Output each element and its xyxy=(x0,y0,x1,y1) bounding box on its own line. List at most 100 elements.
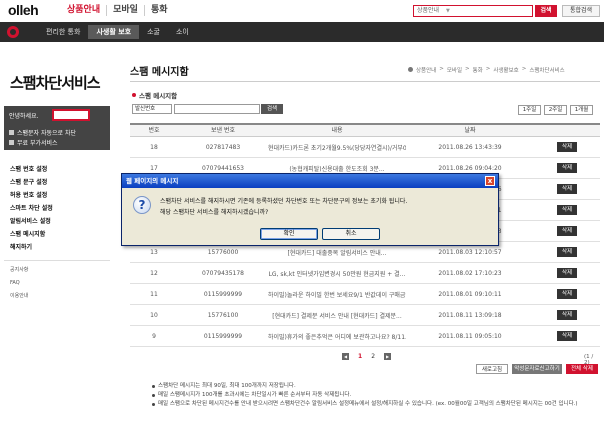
page-2[interactable]: 2 xyxy=(371,353,375,360)
row-action-cell: 삭제 xyxy=(534,205,600,215)
next-page-icon[interactable]: ▶ xyxy=(384,353,392,360)
row-date: 2011.08.11 13:09:18 xyxy=(438,311,502,319)
top-nav-mobile[interactable]: 모바일 xyxy=(107,5,145,16)
sidebar-link-faq[interactable]: FAQ xyxy=(10,277,28,290)
dialog-title: 웹 페이지의 메시지 xyxy=(122,174,498,188)
row-content[interactable]: 하이밀)휴가의 좋은추억은 어디에 보관하고나요? 8/11... xyxy=(268,332,406,341)
delete-button[interactable]: 삭제 xyxy=(557,163,577,173)
row-number: 9 xyxy=(152,332,156,340)
delete-button[interactable]: 삭제 xyxy=(557,205,577,215)
breadcrumb-item[interactable]: 사생활보호 xyxy=(493,66,518,74)
row-sender: 027817483 xyxy=(205,143,241,151)
col-sender: 보낸 번호 xyxy=(211,127,235,134)
delete-button[interactable]: 삭제 xyxy=(557,289,577,299)
page-1[interactable]: 1 xyxy=(358,353,362,360)
free-addon-label: 무료 부가서비스 xyxy=(17,140,58,147)
confirm-dialog: 웹 페이지의 메시지 x ? 스팸차단 서비스를 해지하시면 기존에 등록하셨던… xyxy=(121,173,499,246)
sidebar-item-spam-inbox[interactable]: 스팸 메시지함 xyxy=(10,228,53,241)
breadcrumb-item[interactable]: 모바일 xyxy=(447,66,462,74)
filter-search-button[interactable]: 검색 xyxy=(261,104,283,114)
row-action-cell: 삭제 xyxy=(534,247,600,257)
row-number: 10 xyxy=(150,311,158,319)
nav-privacy-protection[interactable]: 사생활 보호 xyxy=(88,25,140,39)
close-icon[interactable]: x xyxy=(485,176,495,186)
refresh-button[interactable]: 새로고침 xyxy=(476,364,508,374)
col-number: 번호 xyxy=(148,127,160,134)
ok-button[interactable]: 확인 xyxy=(260,228,318,240)
home-icon xyxy=(408,67,413,72)
sidebar-item-cancel[interactable]: 해지하기 xyxy=(10,241,53,254)
top-header: olleh 상품안내 모바일 통화 상품안내 ▼ 검색 통합검색 xyxy=(0,0,604,22)
action-buttons: 새로고침 악성문자로신고하기 전체 삭제 xyxy=(476,364,598,374)
nav-item-3[interactable]: 소굴 xyxy=(139,25,168,39)
row-content[interactable]: 하이밀)놀라운 하이밀 한번 보세요9/1 반값데이 구매금액... xyxy=(268,290,406,299)
period-1week-button[interactable]: 1주일 xyxy=(518,105,541,115)
delete-button[interactable]: 삭제 xyxy=(557,310,577,320)
row-content[interactable]: [현대카드] 대출중복 알림서비스 안내... xyxy=(268,248,406,257)
row-sender: 0115999999 xyxy=(203,332,243,340)
sidebar-item-alert-service[interactable]: 알림서비스 설정 xyxy=(10,215,53,228)
delete-button[interactable]: 삭제 xyxy=(557,268,577,278)
sidebar-item-allowed-number[interactable]: 허용 번호 설정 xyxy=(10,189,53,202)
breadcrumb-item[interactable]: 상품안내 xyxy=(416,66,436,74)
row-action-cell: 삭제 xyxy=(534,184,600,194)
checkbox-icon xyxy=(9,130,14,135)
sidebar-divider xyxy=(4,260,110,261)
checkbox-icon xyxy=(9,140,14,145)
table-row: 11 0115999999 하이밀)놀라운 하이밀 한번 보세요9/1 반값데이 구… xyxy=(130,284,600,305)
breadcrumb: 상품안내 > 모바일 > 통화 > 사생활보호 > 스팸차단서비스 xyxy=(408,66,565,74)
free-addon-option[interactable]: 무료 부가서비스 xyxy=(9,138,58,147)
sidebar-item-spam-phrase[interactable]: 스팸 문구 설정 xyxy=(10,176,53,189)
delete-button[interactable]: 삭제 xyxy=(557,331,577,341)
row-sender: 07079435178 xyxy=(202,269,244,277)
sidebar-link-notice[interactable]: 공지사항 xyxy=(10,264,28,277)
spam-auto-block-option[interactable]: 스팸문자 자동으로 차단 xyxy=(9,128,76,137)
search-input[interactable]: 상품안내 ▼ xyxy=(413,5,533,17)
search-button[interactable]: 검색 xyxy=(535,5,557,17)
integrated-search-button[interactable]: 통합검색 xyxy=(562,5,600,17)
nav-convenient-call[interactable]: 편리한 통화 xyxy=(38,25,88,39)
row-sender: 0115999999 xyxy=(203,290,243,298)
row-action-cell: 삭제 xyxy=(534,163,600,173)
sidebar-item-smart-block[interactable]: 스마트 차단 설정 xyxy=(10,202,53,215)
row-content[interactable]: [현대카드] 결제분 서비스 안내 [현대카드] 결제분... xyxy=(268,311,406,320)
sidebar: 스팸차단서비스 안녕하세요. 스팸문자 자동으로 차단 무료 부가서비스 스팸 … xyxy=(4,48,110,424)
nav-item-4[interactable]: 소이 xyxy=(168,25,197,39)
row-date: 2011.08.03 12:10:57 xyxy=(438,248,502,256)
greeting-text: 안녕하세요. xyxy=(9,113,39,120)
dialog-message-line1: 스팸차단 서비스를 해지하시면 기존에 등록하셨던 차단번호 또는 차단문구의 … xyxy=(160,198,408,205)
title-divider xyxy=(130,81,600,82)
olleh-logo[interactable]: olleh xyxy=(8,2,39,18)
sidebar-item-spam-number[interactable]: 스팸 번호 설정 xyxy=(10,163,53,176)
top-nav-call[interactable]: 통화 xyxy=(145,5,174,16)
delete-button[interactable]: 삭제 xyxy=(557,184,577,194)
top-nav-products[interactable]: 상품안내 xyxy=(61,5,108,16)
col-content: 내용 xyxy=(331,127,343,134)
table-row: 18 027817483 현대카드)카드론 초기2개월9.5%(당당자연결시)/거부… xyxy=(130,137,600,158)
filter-type-select[interactable]: 발신번호 xyxy=(132,104,172,114)
olleh-o-icon xyxy=(7,26,19,38)
delete-all-button[interactable]: 전체 삭제 xyxy=(566,364,598,374)
cancel-button[interactable]: 취소 xyxy=(322,228,380,240)
row-content[interactable]: 현대카드)카드론 초기2개월9.5%(당당자연결시)/거부0... xyxy=(268,143,406,152)
filter-search-input[interactable] xyxy=(174,104,260,114)
row-number: 13 xyxy=(150,248,158,256)
notes: 스팸차단 메시지는 최대 90일, 최대 100개까지 저장됩니다. 매일 스팸… xyxy=(152,382,597,409)
sidebar-link-guide[interactable]: 이용안내 xyxy=(10,290,28,303)
row-content[interactable]: LG, sk,kt 인터넷가입변경시 50만원 현금지원 + 결... xyxy=(268,269,406,278)
prev-page-icon[interactable]: ◀ xyxy=(342,353,349,360)
delete-button[interactable]: 삭제 xyxy=(557,226,577,236)
row-action-cell: 삭제 xyxy=(534,289,600,299)
row-number: 12 xyxy=(150,269,158,277)
row-date: 2011.08.11 09:05:10 xyxy=(438,332,502,340)
period-1month-button[interactable]: 1개월 xyxy=(570,105,593,115)
row-number: 17 xyxy=(150,164,158,172)
period-2week-button[interactable]: 2주일 xyxy=(544,105,567,115)
dialog-message-line2: 해당 스팸차단 서비스를 해지하시겠습니까? xyxy=(160,209,269,216)
delete-button[interactable]: 삭제 xyxy=(557,142,577,152)
row-date: 2011.08.02 17:10:23 xyxy=(438,269,502,277)
delete-button[interactable]: 삭제 xyxy=(557,247,577,257)
breadcrumb-item[interactable]: 통화 xyxy=(473,66,483,74)
row-content[interactable]: (농협캐피탈)신용대출 한도조회 3분... xyxy=(268,164,406,173)
report-spam-button[interactable]: 악성문자로신고하기 xyxy=(512,364,562,374)
